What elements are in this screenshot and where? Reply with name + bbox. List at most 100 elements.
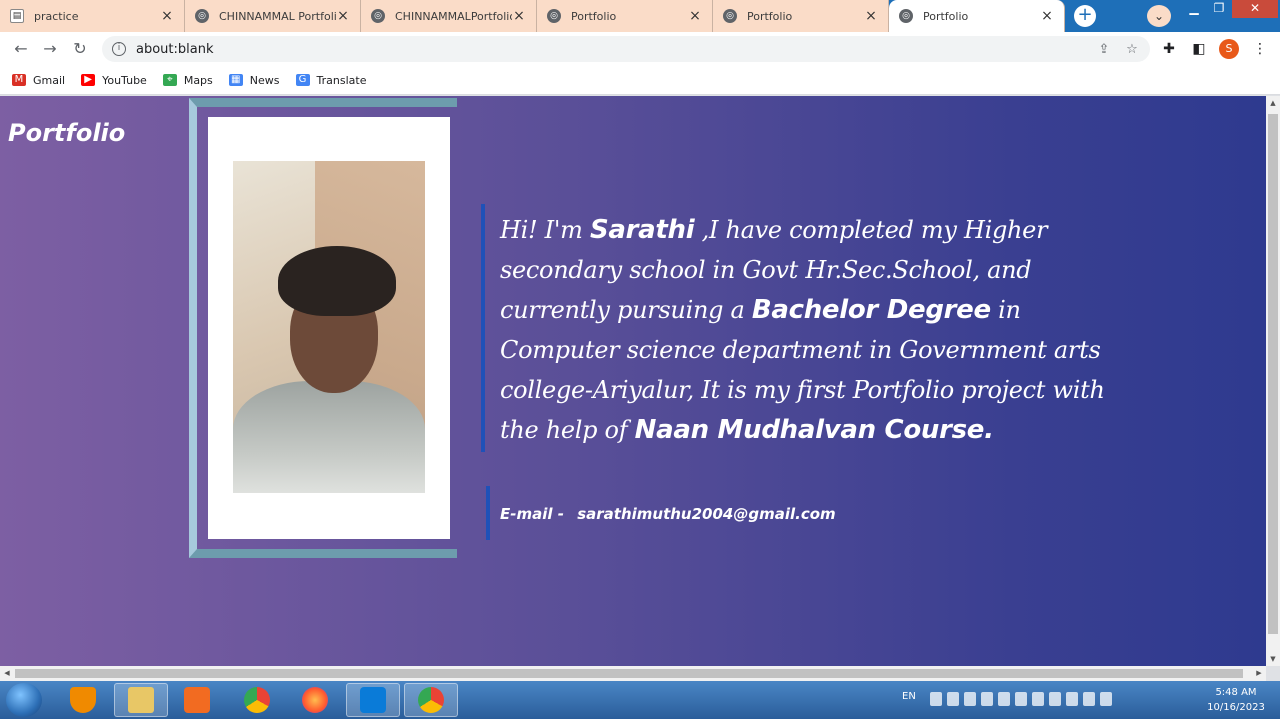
address-bar[interactable]: i about:blank ⇪ ☆ (102, 36, 1150, 62)
start-button[interactable] (6, 683, 42, 717)
globe-icon: ◎ (723, 9, 737, 23)
close-icon[interactable]: × (688, 8, 702, 24)
media-player-icon (184, 687, 210, 713)
flag-icon[interactable] (1015, 692, 1027, 706)
vertical-scroll-thumb[interactable] (1268, 114, 1278, 634)
clock-date: 10/16/2023 (1207, 702, 1265, 713)
monitor-icon[interactable] (964, 692, 976, 706)
gmail-icon: M (12, 74, 26, 86)
chrome-icon (244, 687, 270, 713)
search-icon[interactable] (930, 692, 942, 706)
windows-taskbar: EN 5:48 AM 10/16/2023 (0, 681, 1280, 719)
bookmark-gmail[interactable]: M Gmail (12, 74, 65, 87)
photo-hair (278, 246, 396, 316)
tab-title: CHINNAMMAL Portfolio (219, 9, 336, 23)
system-tray: EN 5:48 AM 10/16/2023 (900, 681, 1280, 719)
tab-portfolio-active[interactable]: ◎ Portfolio × (889, 0, 1065, 32)
horizontal-scroll-thumb[interactable] (15, 669, 1243, 678)
extensions-icon[interactable]: ✚ (1160, 40, 1178, 58)
forward-button[interactable]: → (39, 38, 61, 60)
scroll-down-arrow-icon[interactable]: ▼ (1266, 652, 1280, 666)
drive-icon[interactable] (1049, 692, 1061, 706)
bookmark-news[interactable]: ▦ News (228, 73, 280, 87)
info-icon[interactable]: i (112, 42, 126, 56)
close-icon[interactable]: × (336, 8, 350, 24)
site-logo: Portfolio (8, 119, 126, 147)
tab-strip: ▤ practice × ◎ CHINNAMMAL Portfolio × ◎ … (0, 0, 1280, 32)
restore-button[interactable]: ❐ (1206, 0, 1232, 18)
vscode-taskbar-button[interactable] (346, 683, 400, 717)
firefox-icon (302, 687, 328, 713)
close-icon[interactable]: × (864, 8, 878, 24)
tab-portfolio-2[interactable]: ◎ Portfolio × (713, 0, 889, 32)
scroll-right-arrow-icon[interactable]: ▶ (1252, 666, 1266, 681)
translate-icon: G (295, 74, 310, 86)
vertical-scrollbar[interactable]: ▲ ▼ (1266, 96, 1280, 666)
window-close-button[interactable]: ✕ (1232, 0, 1278, 18)
bookmark-translate[interactable]: G Translate (295, 73, 367, 87)
chrome-profile-taskbar-button[interactable] (404, 683, 458, 717)
name-highlight: Sarathi (589, 215, 695, 245)
vlc-icon (70, 687, 96, 713)
tab-chinnammal-portfolio[interactable]: ◎ CHINNAMMAL Portfolio × (185, 0, 361, 32)
clock[interactable]: 5:48 AM 10/16/2023 (1200, 685, 1272, 715)
news-icon: ▦ (228, 74, 243, 86)
bookmarks-bar: M Gmail ▶ YouTube ⌖ Maps ▦ News G Transl… (0, 66, 1280, 95)
bookmark-label: Translate (316, 73, 367, 87)
close-icon[interactable]: × (1040, 8, 1054, 24)
email-line: E-mail - sarathimuthu2004@gmail.com (500, 505, 836, 523)
bookmark-maps[interactable]: ⌖ Maps (162, 74, 213, 87)
app-tray-icon[interactable] (1083, 692, 1095, 706)
degree-highlight: Bachelor Degree (751, 295, 991, 325)
address-url[interactable]: about:blank (136, 42, 1094, 57)
bookmark-youtube[interactable]: ▶ YouTube (81, 74, 147, 87)
network-icon[interactable] (1066, 692, 1078, 706)
chrome-icon (418, 687, 444, 713)
tab-practice[interactable]: ▤ practice × (0, 0, 185, 32)
minimize-button[interactable]: ▁ (1181, 0, 1207, 18)
tab-portfolio-1[interactable]: ◎ Portfolio × (537, 0, 713, 32)
bookmark-label: News (249, 73, 280, 87)
email-address[interactable]: sarathimuthu2004@gmail.com (577, 505, 835, 523)
explorer-taskbar-button[interactable] (114, 683, 168, 717)
globe-icon: ◎ (899, 9, 913, 23)
photo-shirt (233, 381, 425, 493)
browser-toolbar: ← → ↻ i about:blank ⇪ ☆ ✚ ◧ S ⋮ (0, 32, 1280, 66)
vlc-taskbar-button[interactable] (56, 683, 110, 717)
share-icon[interactable]: ⇪ (1094, 42, 1114, 57)
new-tab-button[interactable]: + (1074, 5, 1096, 27)
clipboard-icon[interactable] (947, 692, 959, 706)
intro-text-part: Hi! I'm (500, 216, 590, 244)
check-icon[interactable] (1032, 692, 1044, 706)
back-button[interactable]: ← (10, 38, 32, 60)
volume-icon[interactable] (1100, 692, 1112, 706)
bookmark-star-icon[interactable]: ☆ (1122, 42, 1142, 57)
globe-icon: ◎ (547, 9, 561, 23)
speaker-icon[interactable] (998, 692, 1010, 706)
reload-button[interactable]: ↻ (69, 38, 91, 60)
profile-photo (233, 161, 425, 493)
media-player-taskbar-button[interactable] (170, 683, 224, 717)
grid-icon[interactable] (981, 692, 993, 706)
close-icon[interactable]: × (512, 8, 526, 24)
tab-chinnammalportfolio[interactable]: ◎ CHINNAMMALPortfolio × (361, 0, 537, 32)
profile-avatar[interactable]: S (1219, 39, 1239, 59)
intro-accent-bar (481, 204, 485, 452)
scroll-left-arrow-icon[interactable]: ◀ (0, 666, 14, 681)
email-accent-bar (486, 486, 490, 540)
scroll-up-arrow-icon[interactable]: ▲ (1266, 96, 1280, 110)
close-icon[interactable]: × (160, 8, 174, 24)
folder-icon (128, 687, 154, 713)
horizontal-scrollbar[interactable]: ◀ ▶ (0, 666, 1266, 681)
side-panel-icon[interactable]: ◧ (1190, 40, 1208, 58)
intro-text: Hi! I'm Sarathi ,I have completed my Hig… (500, 210, 1120, 450)
firefox-taskbar-button[interactable] (288, 683, 342, 717)
chrome-taskbar-button[interactable] (230, 683, 284, 717)
document-icon: ▤ (10, 9, 24, 23)
course-highlight: Naan Mudhalvan Course. (634, 415, 994, 445)
language-indicator[interactable]: EN (902, 691, 916, 702)
vscode-icon (360, 687, 386, 713)
tray-icons (930, 692, 1112, 706)
tab-search-button[interactable]: ⌄ (1147, 5, 1171, 27)
menu-icon[interactable]: ⋮ (1251, 40, 1269, 58)
